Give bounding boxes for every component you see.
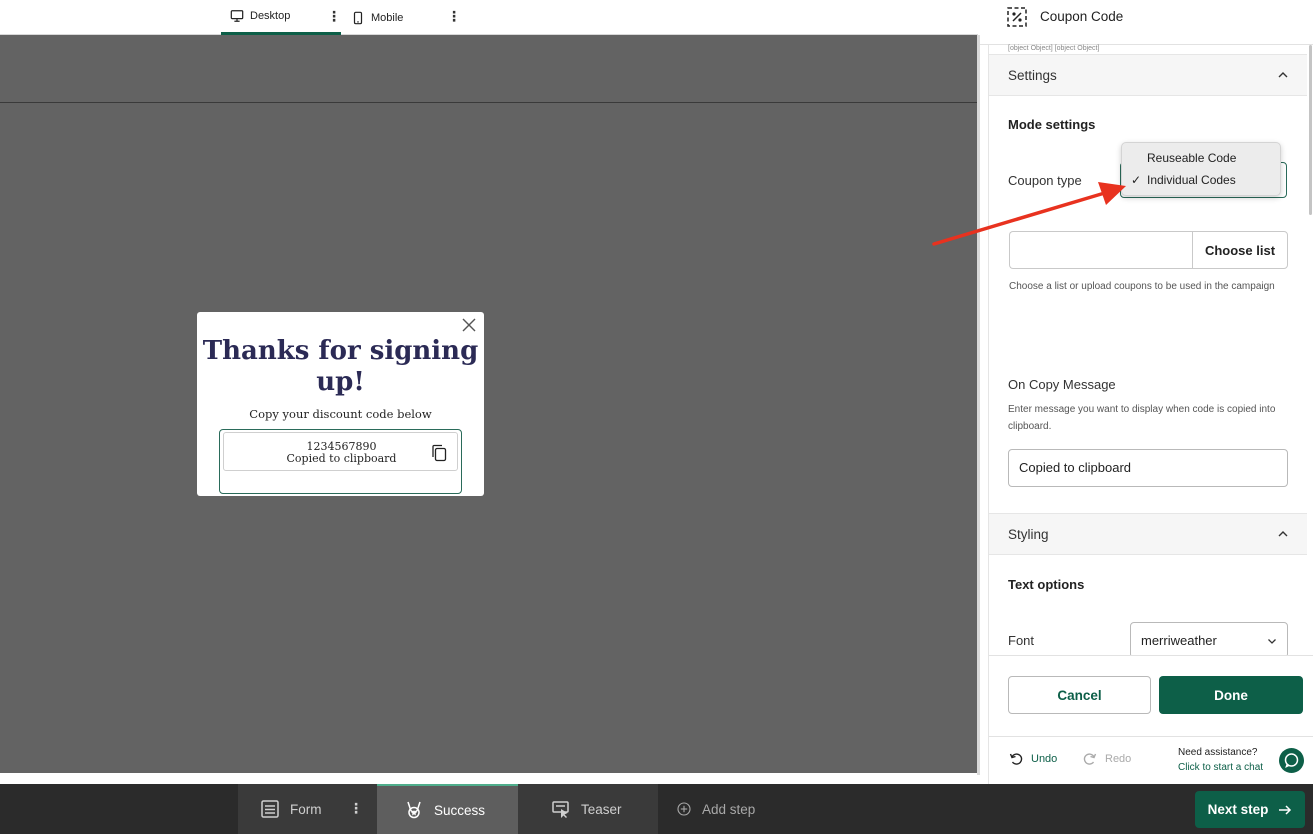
styling-section-header[interactable]: Styling [989, 513, 1307, 555]
object-text: [object Object] [object Object] [1008, 45, 1100, 52]
mobile-more-icon[interactable]: ⋮ [447, 9, 461, 23]
success-popup: Thanks for signing up! Copy your discoun… [197, 312, 484, 496]
copied-message: Copied to clipboard [286, 452, 397, 465]
on-copy-help: Enter message you want to display when c… [1008, 404, 1276, 432]
font-label: Font [1008, 633, 1035, 648]
text-options-heading: Text options [1008, 577, 1085, 592]
chevron-up-icon [1278, 531, 1288, 537]
step-teaser-label: Teaser [581, 801, 622, 817]
on-copy-label: On Copy Message [1008, 377, 1116, 392]
undo-label: Undo [1031, 753, 1058, 765]
desktop-more-icon[interactable]: ⋮ [327, 9, 341, 23]
step-form-label: Form [290, 801, 322, 817]
choose-list-help: Choose a list or upload coupons to be us… [1009, 281, 1275, 292]
font-value: merriweather [1141, 633, 1217, 648]
canvas-divider [0, 102, 978, 103]
on-copy-message-input[interactable]: Copied to clipboard [1008, 449, 1288, 487]
mobile-icon [353, 11, 363, 24]
trophy-icon [407, 801, 421, 819]
option-label: Reuseable Code [1147, 151, 1237, 165]
step-teaser[interactable]: Teaser [518, 784, 658, 834]
add-step-label: Add step [702, 801, 756, 817]
assistance-block: Need assistance? Click to start a chat [1178, 745, 1263, 775]
desktop-label: Desktop [250, 10, 291, 22]
coupon-type-label: Coupon type [1008, 173, 1082, 188]
done-button[interactable]: Done [1159, 676, 1303, 714]
tab-mobile[interactable]: Mobile [351, 0, 403, 35]
coupon-icon [1007, 7, 1027, 27]
option-label: Individual Codes [1147, 173, 1236, 187]
popup-subtitle: Copy your discount code below [249, 407, 432, 421]
arrow-right-icon [1279, 804, 1292, 815]
settings-section-label: Settings [1008, 68, 1057, 83]
device-bar: Desktop ⋮ Mobile ⋮ [0, 0, 978, 35]
coupon-code-text: 1234567890 Copied to clipboard [224, 441, 459, 465]
coupon-type-dropdown: Reuseable Code ✓ Individual Codes [1121, 142, 1281, 196]
form-icon [261, 800, 279, 818]
cancel-button[interactable]: Cancel [1008, 676, 1151, 714]
plus-circle-icon [677, 802, 691, 816]
preview-canvas: Thanks for signing up! Copy your discoun… [0, 35, 978, 773]
desktop-icon [230, 10, 244, 22]
add-step-button[interactable]: Add step [676, 784, 806, 834]
chevron-down-icon [1268, 639, 1276, 644]
tab-desktop[interactable]: Desktop [221, 0, 341, 35]
footer-divider [989, 736, 1313, 737]
redo-icon [1083, 753, 1097, 765]
form-more-icon[interactable]: ⋮ [349, 800, 363, 817]
teaser-icon [552, 801, 569, 818]
redo-label: Redo [1105, 753, 1132, 765]
panel-scrollbar[interactable] [1309, 45, 1312, 215]
chat-icon[interactable] [1279, 748, 1304, 773]
mode-settings-heading: Mode settings [1008, 117, 1096, 132]
close-icon[interactable] [462, 318, 476, 332]
panel-title: Coupon Code [1040, 9, 1124, 24]
choose-list-button[interactable]: Choose list [1192, 231, 1288, 269]
panel-header: Coupon Code [980, 0, 1313, 45]
checkmark-icon: ✓ [1131, 173, 1142, 187]
styling-section-label: Styling [1008, 527, 1049, 542]
undo-button[interactable]: Undo [1009, 752, 1057, 766]
font-select[interactable]: merriweather [1130, 622, 1288, 658]
undo-icon [1009, 753, 1023, 765]
dropdown-option-individual[interactable]: ✓ Individual Codes [1122, 170, 1282, 192]
mobile-label: Mobile [371, 11, 404, 24]
coupon-code-box[interactable]: 1234567890 Copied to clipboard [223, 432, 458, 471]
chevron-up-icon [1278, 72, 1288, 78]
next-step-label: Next step [1207, 802, 1269, 817]
start-chat-link[interactable]: Click to start a chat [1178, 760, 1263, 775]
dropdown-option-reusable[interactable]: Reuseable Code [1122, 148, 1282, 170]
step-success-label: Success [434, 802, 486, 818]
step-success[interactable]: Success [377, 784, 518, 834]
coupon-code-block: 1234567890 Copied to clipboard [219, 429, 462, 494]
redo-button[interactable]: Redo [1083, 752, 1131, 766]
coupon-list-input[interactable] [1009, 231, 1193, 269]
settings-section-header[interactable]: Settings [989, 54, 1307, 96]
next-step-button[interactable]: Next step [1195, 791, 1305, 828]
copy-icon[interactable] [431, 444, 447, 462]
popup-title: Thanks for signing up! [202, 336, 479, 397]
step-bar: Form Success Teaser Add step [0, 784, 1313, 834]
assist-title: Need assistance? [1178, 747, 1258, 758]
